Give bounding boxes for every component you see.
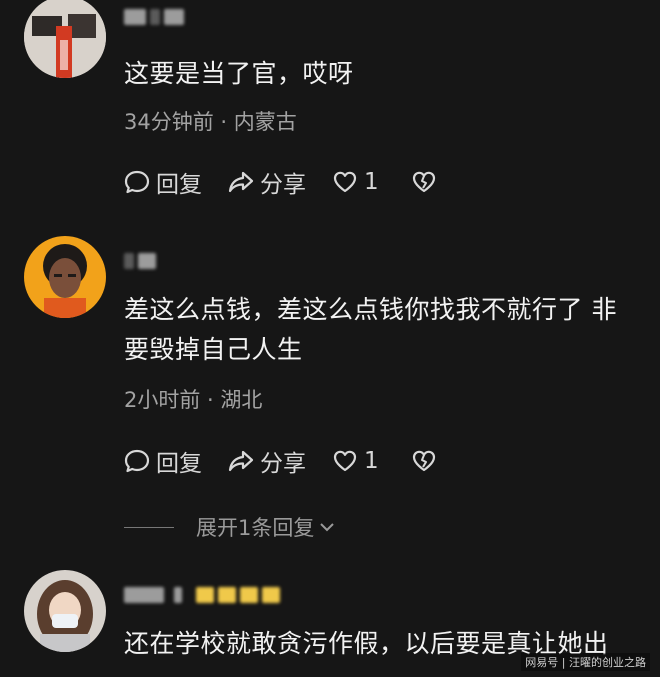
reply-label: 回复	[156, 451, 202, 477]
avatar-image	[24, 570, 106, 652]
reply-bubble-icon	[124, 170, 150, 194]
heart-icon	[333, 450, 357, 472]
share-arrow-icon	[228, 171, 254, 193]
share-label: 分享	[260, 451, 306, 477]
expand-replies-button[interactable]: 展开1条回复	[124, 512, 336, 542]
chevron-down-icon	[320, 523, 335, 532]
username-redacted	[124, 252, 156, 270]
share-button[interactable]: 分享	[228, 165, 306, 199]
share-button[interactable]: 分享	[228, 444, 306, 478]
comment-meta: 2小时前 · 湖北	[124, 388, 263, 412]
divider-line	[124, 526, 174, 528]
comment-text: 差这么点钱，差这么点钱你找我不就行了 非要毁掉自己人生	[124, 295, 617, 364]
avatar[interactable]	[24, 236, 106, 318]
comment-actions: 回复 分享 1	[124, 165, 463, 199]
like-count: 1	[364, 169, 379, 195]
share-arrow-icon	[228, 450, 254, 472]
avatar[interactable]	[24, 570, 106, 652]
like-count: 1	[364, 448, 379, 474]
dislike-button[interactable]	[411, 448, 437, 474]
username-redacted	[124, 586, 280, 604]
avatar-image	[24, 236, 106, 318]
comment-actions: 回复 分享 1	[124, 444, 463, 478]
comment-text: 这要是当了官，哎呀	[124, 59, 354, 88]
avatar[interactable]	[24, 0, 106, 78]
reply-button[interactable]: 回复	[124, 444, 202, 478]
heart-icon	[333, 171, 357, 193]
expand-label: 展开1条回复	[196, 516, 315, 540]
watermark: 网易号 | 汪曜的创业之路	[521, 653, 650, 671]
reply-label: 回复	[156, 172, 202, 198]
avatar-image	[24, 0, 106, 78]
broken-heart-icon	[412, 450, 435, 472]
dislike-button[interactable]	[411, 169, 437, 195]
like-button[interactable]: 1	[332, 448, 379, 474]
username-redacted	[124, 8, 184, 26]
share-label: 分享	[260, 172, 306, 198]
reply-bubble-icon	[124, 449, 150, 473]
comment-meta: 34分钟前 · 内蒙古	[124, 110, 297, 134]
like-button[interactable]: 1	[332, 169, 379, 195]
reply-button[interactable]: 回复	[124, 165, 202, 199]
broken-heart-icon	[412, 171, 435, 193]
